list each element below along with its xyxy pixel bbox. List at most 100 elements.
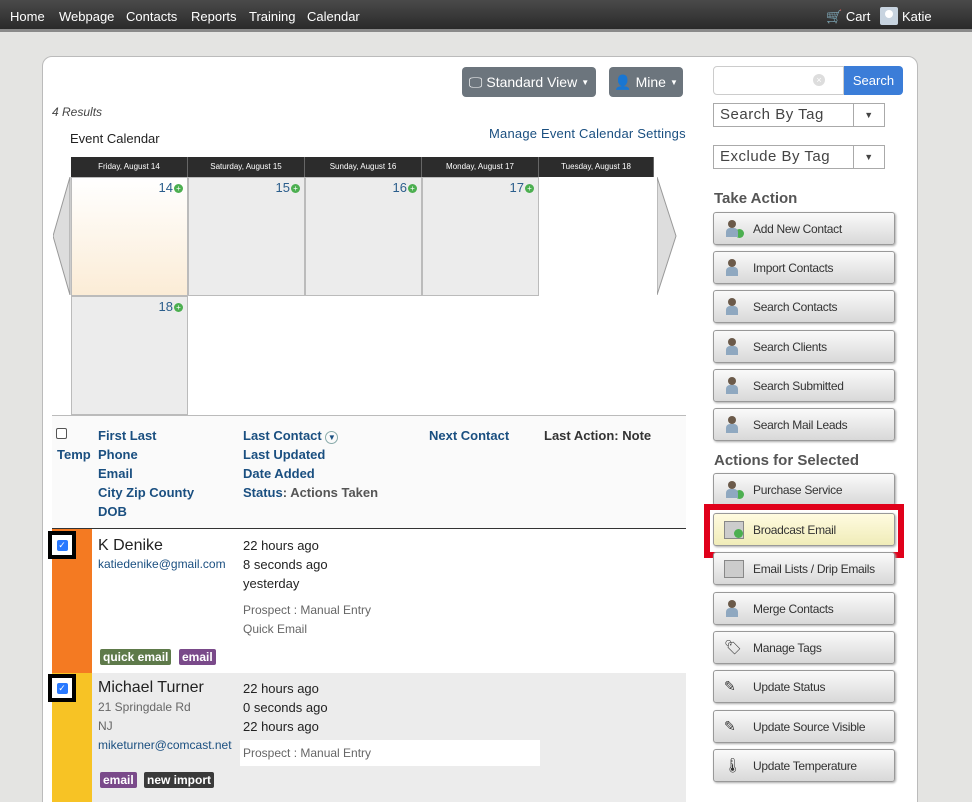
event-calendar-title: Event Calendar [70, 131, 160, 146]
import-contact-icon [724, 259, 744, 277]
select-all-checkbox[interactable] [56, 428, 67, 439]
exclude-by-tag-select[interactable]: Exclude By Tag ▼ [713, 145, 885, 169]
tag-badge[interactable]: quick email [100, 649, 172, 665]
mine-button[interactable]: 👤 Mine ▼ [609, 67, 683, 97]
add-event-icon[interactable]: + [408, 184, 417, 194]
contact-email[interactable]: katiedenike@gmail.com [98, 557, 226, 571]
header-last-action: Last Action: Note [544, 428, 652, 443]
envelope-icon [724, 560, 744, 578]
last-contact: 22 hours ago [243, 538, 319, 553]
nav-webpage[interactable]: Webpage [59, 9, 114, 24]
user-menu[interactable]: Katie [902, 9, 932, 24]
search-submitted-button[interactable]: Search Submitted [713, 369, 895, 402]
header-first-last[interactable]: First Last [98, 428, 157, 443]
calendar-day-number: 14 [158, 180, 173, 195]
calendar-day-header: Tuesday, August 18 [539, 157, 654, 177]
header-date-added[interactable]: Date Added [243, 466, 315, 481]
date-added: 22 hours ago [243, 719, 319, 734]
search-by-tag-select[interactable]: Search By Tag ▼ [713, 103, 885, 127]
tag-badge[interactable]: email [179, 649, 216, 665]
search-input[interactable]: × [713, 66, 844, 95]
standard-view-button[interactable]: 🖵 Standard View ▼ [462, 67, 596, 97]
header-phone[interactable]: Phone [98, 447, 138, 462]
add-event-icon[interactable]: + [291, 184, 300, 194]
nav-training[interactable]: Training [249, 9, 295, 24]
tag-badge[interactable]: email [100, 772, 137, 788]
add-new-contact-button[interactable]: Add New Contact [713, 212, 895, 245]
row-checkbox[interactable]: ✓ [48, 531, 76, 559]
clear-icon[interactable]: × [813, 74, 825, 86]
update-status-button[interactable]: ✎ Update Status [713, 670, 895, 703]
last-updated: 8 seconds ago [243, 557, 328, 572]
header-temp[interactable]: Temp [57, 447, 91, 462]
merge-contacts-button[interactable]: Merge Contacts [713, 592, 895, 625]
calendar-day-header: Friday, August 14 [71, 157, 188, 177]
status-icon: ✎ [724, 678, 736, 694]
source-icon: ✎ [724, 718, 736, 734]
calendar-day-cell[interactable]: 16 + [305, 177, 422, 296]
results-count: 4 Results [52, 105, 103, 119]
action-taken: Quick Email [243, 622, 308, 636]
calendar-day-number: 18 [158, 299, 173, 314]
header-status[interactable]: Status: Actions Taken [243, 485, 378, 500]
tag-icon: 🏷 [724, 639, 742, 655]
header-city[interactable]: City Zip County [98, 485, 194, 500]
calendar-next-arrow[interactable] [657, 177, 677, 295]
contact-name[interactable]: K Denike [98, 537, 163, 555]
sort-down-icon[interactable]: ▼ [325, 431, 339, 444]
nav-contacts[interactable]: Contacts [126, 9, 177, 24]
calendar-day-cell[interactable] [539, 177, 654, 296]
nav-calendar[interactable]: Calendar [307, 9, 360, 24]
nav-home[interactable]: Home [10, 9, 45, 24]
status-text: Prospect : Manual Entry [243, 603, 372, 617]
search-contacts-button[interactable]: Search Contacts [713, 290, 895, 323]
user-icon: 👤 [614, 73, 632, 90]
search-clients-button[interactable]: Search Clients [713, 330, 895, 363]
contact-state: NJ [98, 719, 113, 733]
cart-icon: 🛒 [826, 9, 843, 24]
header-last-updated[interactable]: Last Updated [243, 447, 325, 462]
search-client-icon [724, 338, 744, 356]
cart-link[interactable]: 🛒 Cart [826, 9, 870, 25]
header-email[interactable]: Email [98, 466, 133, 481]
last-updated: 0 seconds ago [243, 700, 328, 715]
purchase-service-button[interactable]: Purchase Service [713, 473, 895, 506]
add-contact-icon [724, 220, 744, 238]
header-last-contact[interactable]: Last Contact ▼ [243, 428, 339, 444]
header-next-contact[interactable]: Next Contact [429, 428, 509, 443]
calendar-day-number: 15 [275, 180, 290, 195]
chevron-down-icon: ▼ [853, 104, 884, 126]
calendar-prev-arrow[interactable] [53, 177, 71, 295]
merge-icon [724, 600, 744, 618]
row-checkbox[interactable]: ✓ [48, 674, 76, 702]
caret-down-icon: ▼ [581, 77, 590, 87]
date-added: yesterday [243, 576, 300, 591]
email-lists-button[interactable]: Email Lists / Drip Emails [713, 552, 895, 585]
tag-badge[interactable]: new import [144, 772, 215, 788]
contact-name[interactable]: Michael Turner [98, 679, 204, 697]
contact-email[interactable]: miketurner@comcast.net [98, 738, 232, 752]
calendar-day-cell[interactable]: 15 + [188, 177, 305, 296]
calendar-day-header: Saturday, August 15 [188, 157, 305, 177]
nav-reports[interactable]: Reports [191, 9, 237, 24]
top-nav: Home Webpage Contacts Reports Training C… [0, 0, 972, 32]
status-text: Prospect : Manual Entry [243, 746, 372, 760]
manage-calendar-link[interactable]: Manage Event Calendar Settings [489, 126, 686, 141]
last-contact: 22 hours ago [243, 681, 319, 696]
update-temperature-button[interactable]: 🌡 Update Temperature [713, 749, 895, 782]
calendar-day-cell[interactable]: 18 + [71, 296, 188, 415]
caret-down-icon: ▼ [669, 77, 678, 87]
calendar-day-cell[interactable]: 14 + [71, 177, 188, 296]
calendar-day-header: Monday, August 17 [422, 157, 539, 177]
calendar-day-cell[interactable]: 17 + [422, 177, 539, 296]
search-mail-leads-button[interactable]: Search Mail Leads [713, 408, 895, 441]
add-event-icon[interactable]: + [525, 184, 534, 194]
avatar[interactable] [880, 7, 898, 25]
import-contacts-button[interactable]: Import Contacts [713, 251, 895, 284]
search-button[interactable]: Search [844, 66, 903, 95]
header-dob[interactable]: DOB [98, 504, 127, 519]
manage-tags-button[interactable]: 🏷 Manage Tags [713, 631, 895, 664]
add-event-icon[interactable]: + [174, 303, 183, 313]
update-source-button[interactable]: ✎ Update Source Visible [713, 710, 895, 743]
add-event-icon[interactable]: + [174, 184, 183, 194]
